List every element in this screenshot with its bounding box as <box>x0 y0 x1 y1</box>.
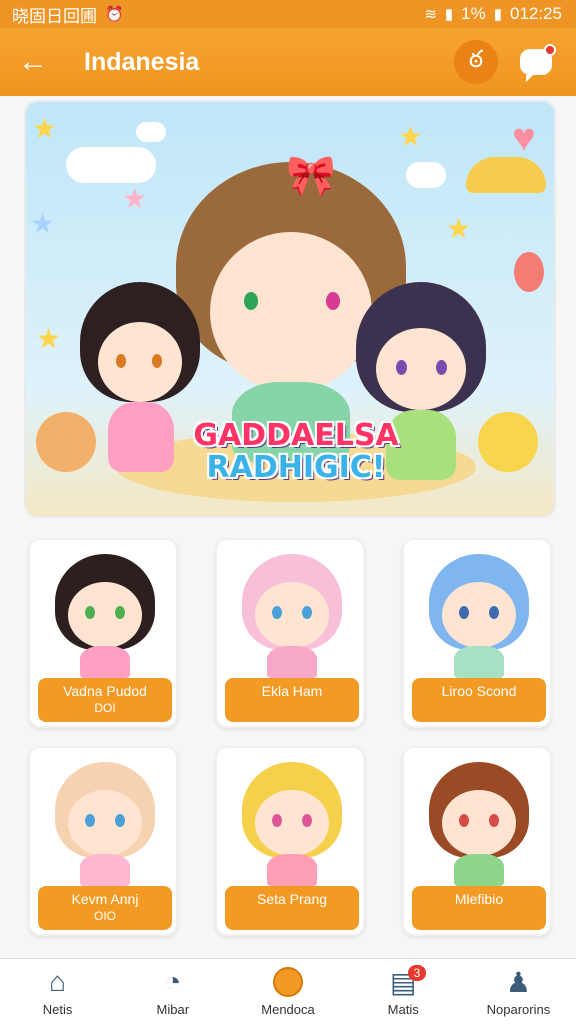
status-carrier-text: 晓固日回圃 <box>12 6 97 26</box>
nav-item-home[interactable]: ⌂ Netis <box>0 959 115 1024</box>
nav-item-compass[interactable]: ◔ Mibar <box>115 959 230 1024</box>
profile-icon: ♟ <box>505 966 531 998</box>
cloud-decoration <box>66 147 156 183</box>
bunny-left-decoration <box>36 412 96 472</box>
character-subtitle: DOI <box>94 701 116 715</box>
heart-icon: ♥ <box>512 116 536 160</box>
character-name: Seta Prang <box>256 891 328 907</box>
status-left: 晓固日回圃 ⏰ <box>12 2 124 27</box>
character-portrait <box>404 748 550 888</box>
character-card[interactable]: Mlefibio <box>402 746 552 936</box>
nav-item-inbox[interactable]: ▤ 3 Matis <box>346 959 461 1024</box>
balloon-icon <box>514 252 544 292</box>
character-name: Mlefibio <box>454 891 504 907</box>
character-portrait <box>30 748 176 888</box>
character-name: Kevm Annj <box>71 891 139 907</box>
app-bar: ← Indanesia ఠ <box>0 28 576 96</box>
hero-title: GADDAELSA RADHIGIC! <box>176 420 416 484</box>
character-portrait <box>217 748 363 888</box>
battery-level: 1% <box>461 4 486 23</box>
character-name-label: Vadna Pudod DOI <box>38 678 172 722</box>
character-portrait <box>30 540 176 680</box>
character-card[interactable]: Seta Prang <box>215 746 365 936</box>
hat-icon <box>466 157 546 193</box>
nav-item-profile[interactable]: ♟ Noparorins <box>461 959 576 1024</box>
character-name: Vadna Pudod <box>63 683 147 699</box>
hero-title-line2: RADHIGIC! <box>206 450 386 485</box>
character-name-label: Mlefibio <box>412 886 546 930</box>
character-name: Ekla Ham <box>261 683 323 699</box>
signal-icon: ▮ <box>444 6 454 23</box>
character-portrait <box>217 540 363 680</box>
character-card[interactable]: Vadna Pudod DOI <box>28 538 178 728</box>
character-card[interactable]: Liroo Scond <box>402 538 552 728</box>
notification-dot <box>544 44 556 56</box>
character-name-label: Kevm Annj OIO <box>38 886 172 930</box>
star-icon: ★ <box>446 213 472 244</box>
battery-icon: ▮ <box>493 6 502 23</box>
arrow-left-icon[interactable]: ← <box>18 47 58 77</box>
cloud-decoration <box>136 122 166 142</box>
hero-title-line1: GADDAELSA <box>193 418 399 453</box>
character-subtitle: OIO <box>93 909 116 923</box>
chat-button[interactable] <box>514 40 558 84</box>
notification-badge: 3 <box>407 965 427 981</box>
bunny-right-decoration <box>478 412 538 472</box>
nav-label: Matis <box>387 1002 419 1017</box>
star-icon: ★ <box>398 121 424 152</box>
star-icon: ★ <box>36 323 62 354</box>
wifi-icon: ≋ <box>424 6 437 23</box>
character-card[interactable]: Ekla Ham <box>215 538 365 728</box>
nav-label: Mendoca <box>261 1002 315 1017</box>
star-icon: ★ <box>32 113 58 144</box>
star-icon: ★ <box>122 183 148 214</box>
swirl-icon[interactable]: ఠ <box>454 40 498 84</box>
status-right: ≋ ▮ 1% ▮ 012:25 <box>424 4 562 24</box>
character-portrait <box>404 540 550 680</box>
cloud-decoration <box>406 162 446 188</box>
star-icon: ★ <box>30 208 56 239</box>
status-time: 012:25 <box>510 4 562 23</box>
character-name-label: Seta Prang <box>225 886 359 930</box>
character-card[interactable]: Kevm Annj OIO <box>28 746 178 936</box>
bottom-nav: ⌂ Netis ◔ Mibar Mendoca ▤ 3 Matis ♟ Nopa… <box>0 958 576 1024</box>
character-name-label: Liroo Scond <box>412 678 546 722</box>
hero-banner[interactable]: ★ ★ ★ ★ ★ ★ ♥ 🎀 GADDAELSA RADHIGIC! <box>24 100 556 518</box>
home-icon: ⌂ <box>49 966 67 997</box>
compass-icon: ◔ <box>164 966 182 997</box>
nav-label: Mibar <box>156 1002 190 1017</box>
alarm-icon: ⏰ <box>105 6 124 23</box>
nav-item-center[interactable]: Mendoca <box>230 959 345 1024</box>
page-title: Indanesia <box>84 47 200 76</box>
nav-label: Netis <box>42 1002 73 1017</box>
character-name-label: Ekla Ham <box>225 678 359 722</box>
status-bar: 晓固日回圃 ⏰ ≋ ▮ 1% ▮ 012:25 <box>0 0 576 28</box>
nav-label: Noparorins <box>486 1002 551 1017</box>
character-name: Liroo Scond <box>441 683 517 699</box>
circle-icon <box>272 966 304 998</box>
